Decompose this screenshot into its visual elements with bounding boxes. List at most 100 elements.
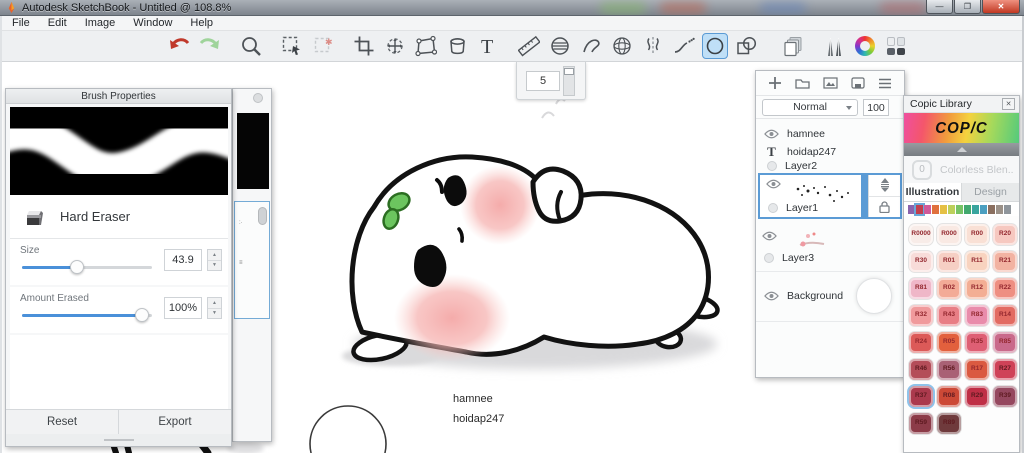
collapse-bar[interactable] xyxy=(904,143,1019,156)
visibility-dot-icon[interactable] xyxy=(764,253,774,263)
minimize-button[interactable]: — xyxy=(926,0,953,14)
export-button[interactable]: Export xyxy=(119,410,231,434)
layer-row-hamnee[interactable]: hamnee xyxy=(756,125,904,143)
copic-swatch[interactable]: R39 xyxy=(993,386,1017,407)
series-swatch[interactable] xyxy=(980,204,987,214)
copic-swatch[interactable]: R89 xyxy=(937,413,961,434)
color-swatch-black[interactable] xyxy=(237,113,269,189)
copic-swatch[interactable]: R00 xyxy=(965,224,989,245)
copic-swatch[interactable]: R14 xyxy=(993,305,1017,326)
copic-swatch[interactable]: R81 xyxy=(909,278,933,299)
copic-swatch[interactable]: R05 xyxy=(937,332,961,353)
opacity-field[interactable]: 100 xyxy=(863,98,889,116)
puck-size-value[interactable]: 5 xyxy=(526,71,560,91)
layer-row-hoidap247[interactable]: T hoidap247 xyxy=(756,144,904,159)
circle-tool-icon[interactable] xyxy=(702,33,728,59)
text-tool-icon[interactable]: T xyxy=(475,33,501,59)
import-image-icon[interactable] xyxy=(823,77,838,89)
brush-size-puck[interactable]: 5 xyxy=(516,57,586,100)
series-swatch[interactable] xyxy=(996,204,1003,214)
restore-button[interactable]: ❐ xyxy=(954,0,981,14)
copic-swatch[interactable]: R12 xyxy=(965,278,989,299)
copic-swatch[interactable]: R83 xyxy=(965,305,989,326)
background-color-thumbnail[interactable] xyxy=(856,278,892,314)
add-layer-icon[interactable] xyxy=(768,76,782,90)
folder-icon[interactable] xyxy=(795,77,810,89)
redo-icon[interactable] xyxy=(197,33,223,59)
blend-mode-select[interactable]: Normal xyxy=(762,98,858,116)
series-swatch[interactable] xyxy=(940,204,947,214)
symmetry-icon[interactable] xyxy=(640,33,666,59)
copic-swatch[interactable]: R30 xyxy=(909,251,933,272)
french-curve-icon[interactable] xyxy=(578,33,604,59)
copic-swatch[interactable]: R43 xyxy=(937,305,961,326)
visibility-eye-icon[interactable] xyxy=(762,231,777,241)
reset-button[interactable]: Reset xyxy=(6,410,119,434)
shapes-icon[interactable] xyxy=(733,33,759,59)
layer-menu-icon[interactable] xyxy=(878,78,892,89)
close-icon[interactable]: ✕ xyxy=(1002,98,1015,110)
deselect-icon[interactable]: ✱ xyxy=(310,33,336,59)
brush-panel-title[interactable]: Brush Properties xyxy=(6,89,231,104)
copic-swatch[interactable]: R46 xyxy=(909,359,933,380)
layer-row-layer2[interactable]: Layer2 xyxy=(756,159,904,173)
series-swatch[interactable] xyxy=(932,204,939,214)
size-value[interactable]: 43.9 xyxy=(164,249,202,271)
series-swatch[interactable] xyxy=(988,204,995,214)
lock-icon[interactable] xyxy=(869,197,900,218)
copic-swatch[interactable]: R17 xyxy=(965,359,989,380)
copy-layers-icon[interactable] xyxy=(780,33,806,59)
distort-icon[interactable] xyxy=(413,33,439,59)
copic-swatch[interactable]: R000 xyxy=(937,224,961,245)
series-swatch[interactable] xyxy=(964,204,971,214)
visibility-dot-icon[interactable] xyxy=(768,203,778,213)
series-swatch[interactable] xyxy=(1004,204,1011,214)
size-slider-knob[interactable] xyxy=(70,260,84,274)
selection-icon[interactable] xyxy=(279,33,305,59)
menu-help[interactable]: Help xyxy=(182,17,221,29)
series-swatch[interactable] xyxy=(956,204,963,214)
copic-swatch[interactable]: R20 xyxy=(993,224,1017,245)
tab-illustration[interactable]: Illustration xyxy=(904,183,962,201)
copic-swatch[interactable]: R08 xyxy=(937,386,961,407)
layer-row-background[interactable]: Background xyxy=(756,273,904,319)
spin-up-icon[interactable]: ▲ xyxy=(208,298,221,309)
series-swatch[interactable] xyxy=(908,204,915,214)
copic-swatch[interactable]: R27 xyxy=(993,359,1017,380)
copic-swatch[interactable]: R21 xyxy=(993,251,1017,272)
visibility-eye-icon[interactable] xyxy=(764,129,779,139)
puck-slider[interactable] xyxy=(563,66,575,96)
menu-window[interactable]: Window xyxy=(125,17,180,29)
ruler-icon[interactable] xyxy=(516,33,542,59)
spin-down-icon[interactable]: ▼ xyxy=(208,261,221,271)
menu-file[interactable]: File xyxy=(4,17,38,29)
tab-design[interactable]: Design xyxy=(962,183,1019,201)
layer-reorder-icon[interactable] xyxy=(869,175,900,197)
copic-swatch[interactable]: R01 xyxy=(937,251,961,272)
blender-swatch[interactable]: 0 xyxy=(912,159,932,180)
spin-up-icon[interactable]: ▲ xyxy=(208,250,221,261)
copic-swatch[interactable]: R59 xyxy=(909,413,933,434)
visibility-eye-icon[interactable] xyxy=(764,291,779,301)
brush-row[interactable]: Hard Eraser xyxy=(10,195,228,239)
series-swatch-selected[interactable] xyxy=(914,202,925,216)
series-swatch[interactable] xyxy=(948,204,955,214)
undo-icon[interactable] xyxy=(166,33,192,59)
copic-swatch[interactable]: R22 xyxy=(993,278,1017,299)
amount-spinner[interactable]: ▲ ▼ xyxy=(207,297,222,319)
amount-value[interactable]: 100% xyxy=(164,297,202,319)
color-wheel-icon[interactable] xyxy=(852,33,878,59)
mesh-sphere-icon[interactable] xyxy=(609,33,635,59)
menu-image[interactable]: Image xyxy=(77,17,124,29)
copic-swatch[interactable]: R02 xyxy=(937,278,961,299)
copic-swatch[interactable]: R11 xyxy=(965,251,989,272)
crop-icon[interactable] xyxy=(351,33,377,59)
layer-row-layer3[interactable]: Layer3 xyxy=(756,223,904,269)
panel-round-button[interactable] xyxy=(253,93,263,103)
copic-swatch-selected[interactable]: R37 xyxy=(909,386,933,407)
copic-swatch[interactable]: R0000 xyxy=(909,224,933,245)
scroll-thumb[interactable] xyxy=(258,207,267,225)
visibility-dot-icon[interactable] xyxy=(767,161,777,171)
close-button[interactable]: ✕ xyxy=(982,0,1020,14)
series-swatch[interactable] xyxy=(924,204,931,214)
